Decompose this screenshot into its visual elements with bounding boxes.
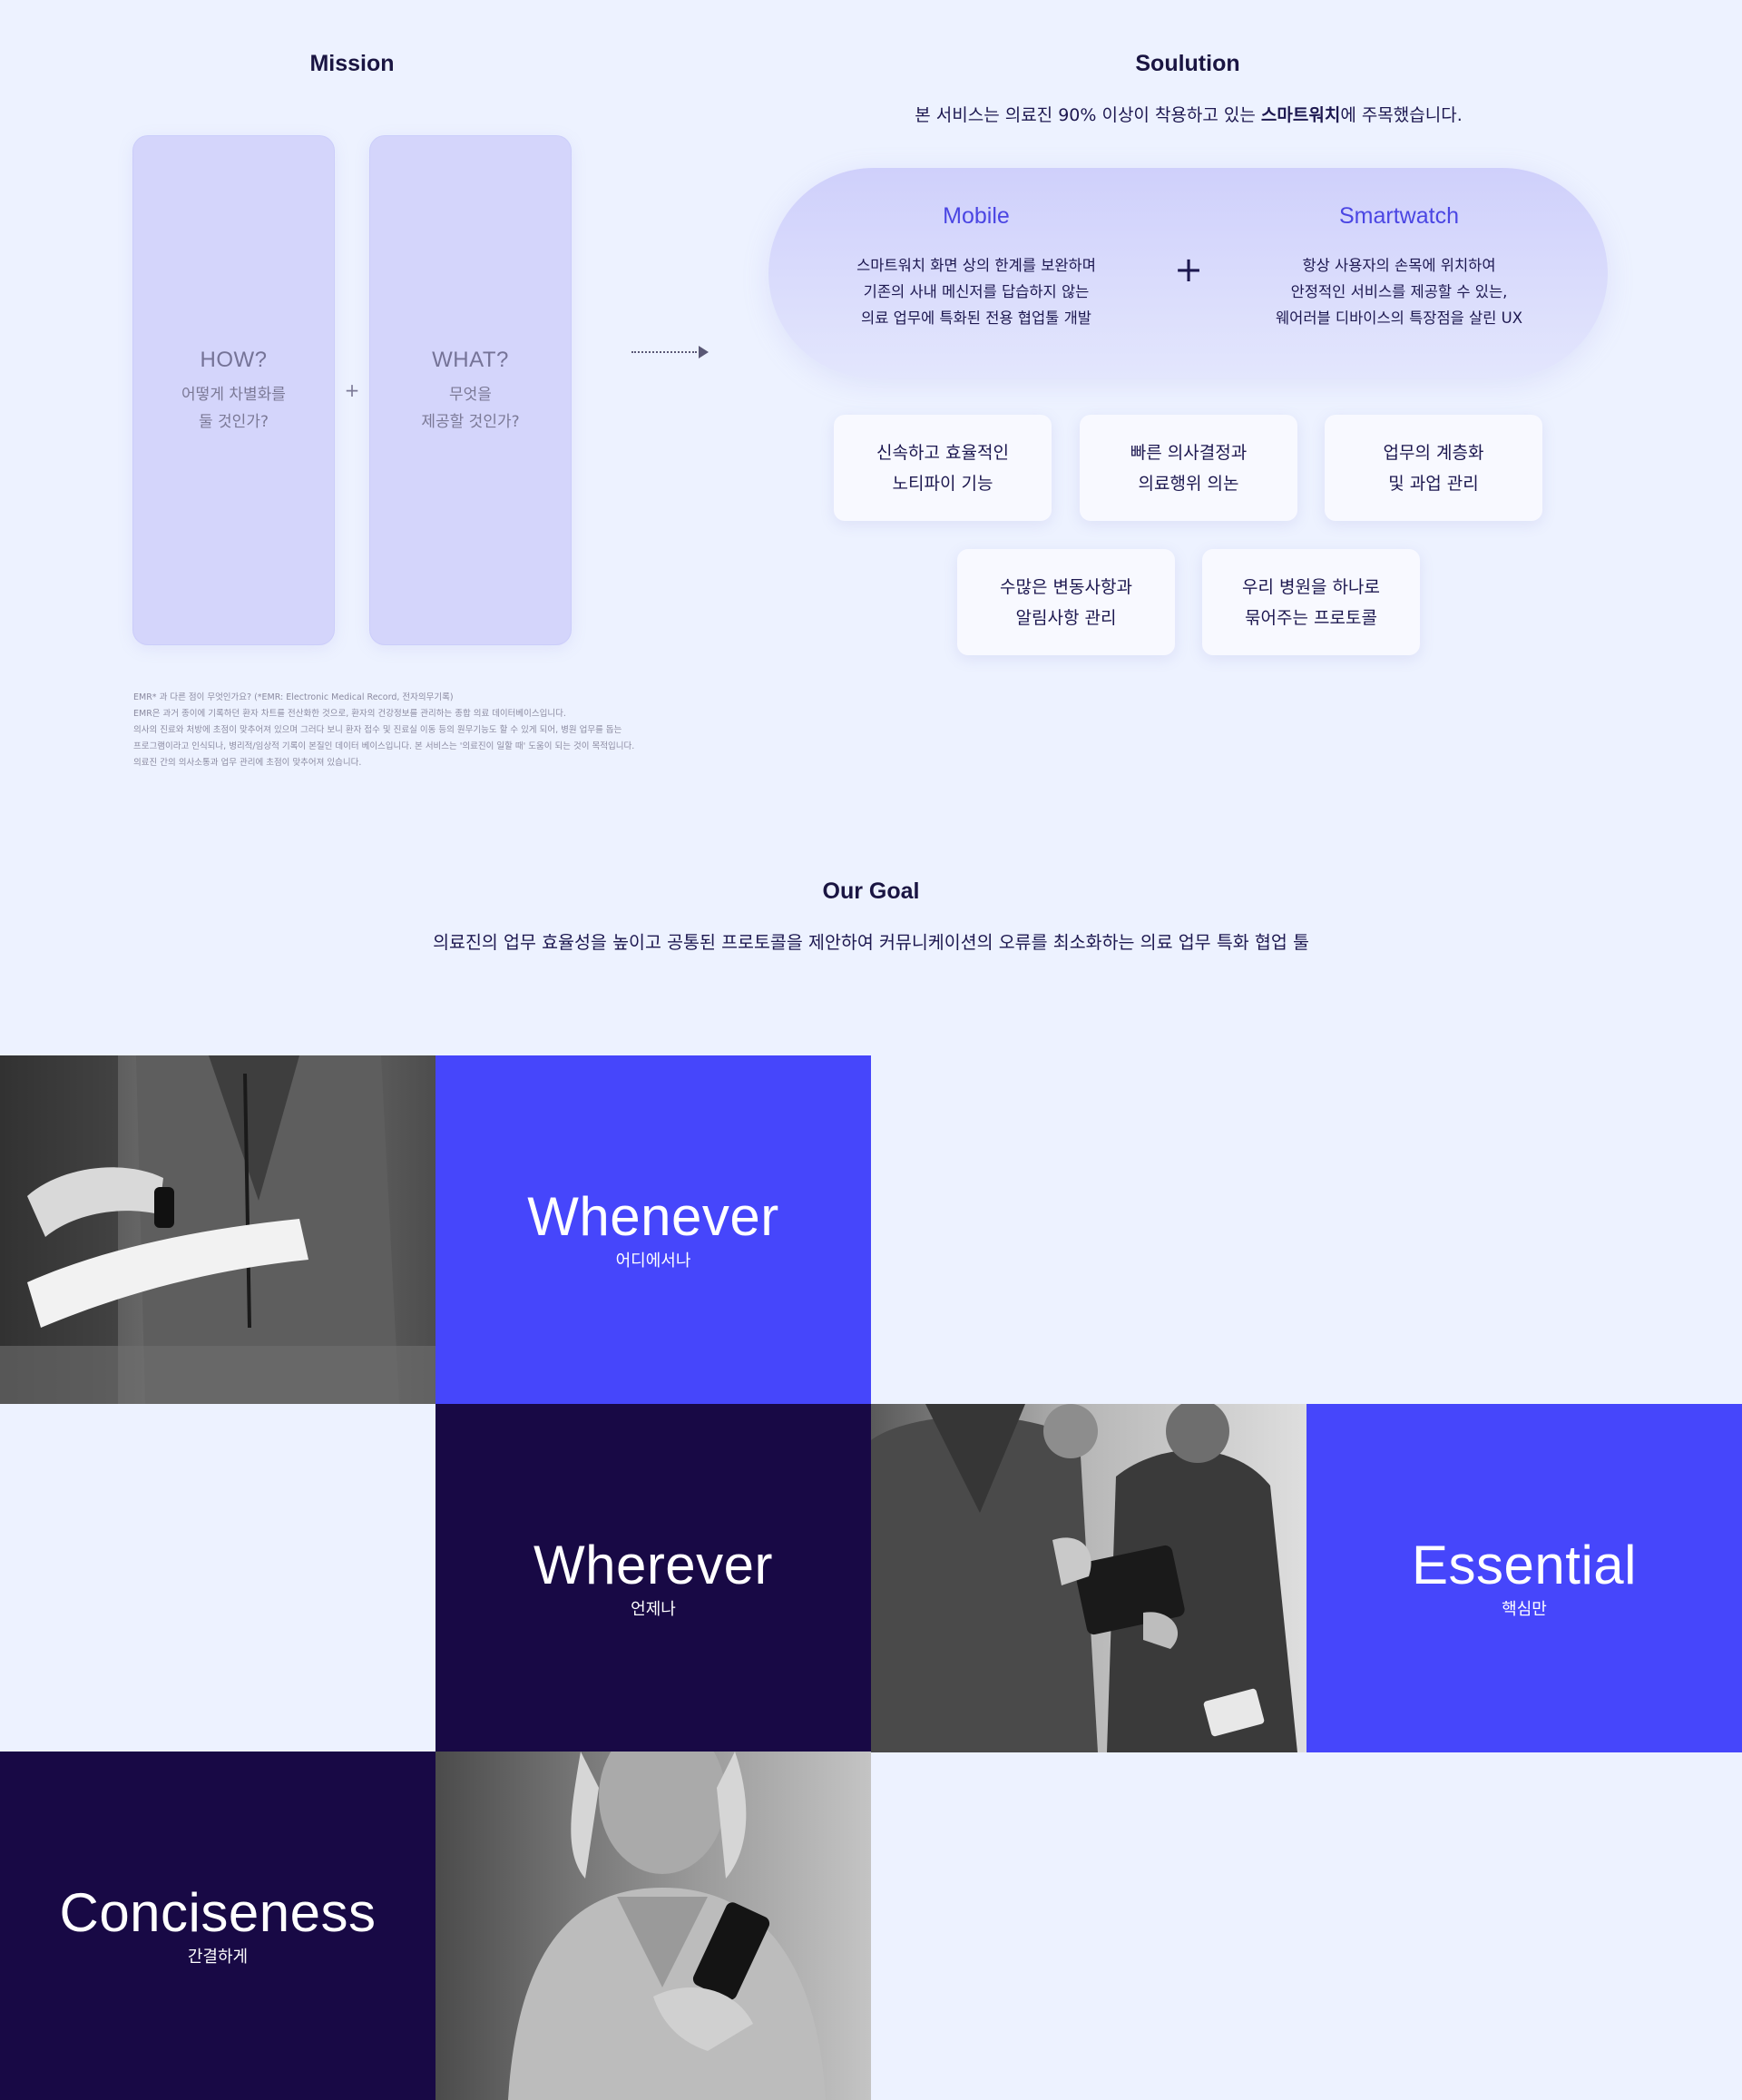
tile-wherever: Wherever 언제나 (436, 1404, 871, 1752)
team-photo-illustration (871, 1404, 1306, 1752)
intro-text-bold: 스마트워치 (1260, 105, 1341, 125)
intro-text-post: 에 주목했습니다. (1340, 105, 1463, 125)
feature-line-1: 빠른 의사결정과 (1130, 442, 1248, 463)
feature-line-2: 알림사항 관리 (1015, 607, 1117, 628)
tile-essential: Essential 핵심만 (1306, 1404, 1742, 1752)
mission-plus: + (344, 379, 360, 401)
mobile-line: 기존의 사내 메신저를 답습하지 않는 (863, 283, 1090, 300)
feature-line-2: 및 과업 관리 (1388, 473, 1479, 494)
feature-line-2: 묶어주는 프로토콜 (1245, 607, 1377, 628)
photo-nurse-smartwatch (0, 1055, 436, 1404)
smartwatch-description: 항상 사용자의 손목에 위치하여 안정적인 서비스를 제공할 수 있는, 웨어러… (1236, 252, 1562, 331)
feature-card: 신속하고 효율적인 노티파이 기능 (834, 415, 1052, 521)
mobile-line: 스마트워치 화면 상의 한계를 보완하며 (856, 257, 1096, 274)
feature-line-1: 우리 병원을 하나로 (1242, 576, 1380, 597)
photo-doctor-smartphone (436, 1752, 871, 2100)
solution-intro: 본 서비스는 의료진 90% 이상이 착용하고 있는 스마트워치에 주목했습니다… (780, 102, 1597, 126)
feature-line-2: 노티파이 기능 (892, 473, 993, 494)
mobile-line: 의료 업무에 특화된 전용 협업툴 개발 (861, 309, 1091, 327)
mobile-description: 스마트워치 화면 상의 한계를 보완하며 기존의 사내 메신저를 답습하지 않는… (813, 252, 1140, 331)
emr-notes: EMR* 과 다른 점이 무엇인가요? (*EMR: Electronic Me… (133, 690, 696, 771)
feature-card: 우리 병원을 하나로 묶어주는 프로토콜 (1202, 549, 1420, 655)
smartwatch-line: 안정적인 서비스를 제공할 수 있는, (1290, 283, 1508, 300)
doctor-photo-illustration (436, 1752, 871, 2100)
feature-card: 빠른 의사결정과 의료행위 의논 (1080, 415, 1297, 521)
dotted-arrow-line (631, 351, 697, 353)
smartwatch-line: 웨어러블 디바이스의 특장점을 살린 UX (1275, 309, 1523, 327)
solution-title: Soulution (1135, 51, 1240, 76)
feature-line-2: 의료행위 의논 (1138, 473, 1239, 494)
smartwatch-title: Smartwatch (1339, 203, 1459, 229)
feature-line-1: 업무의 계층화 (1383, 442, 1484, 463)
tile-essential-title: Essential (1412, 1535, 1637, 1595)
tile-conciseness-subtitle: 간결하게 (187, 1948, 249, 1967)
feature-line-1: 신속하고 효율적인 (876, 442, 1009, 463)
arrow-right-icon (699, 346, 709, 358)
smartwatch-line: 항상 사용자의 손목에 위치하여 (1302, 257, 1496, 274)
mission-what-question: WHAT? (432, 348, 509, 372)
mobile-title: Mobile (943, 203, 1010, 229)
mission-what-description: 무엇을 제공할 것인가? (370, 381, 571, 436)
intro-text-pre: 본 서비스는 의료진 90% 이상이 착용하고 있는 (915, 105, 1261, 125)
feature-line-1: 수많은 변동사항과 (1000, 576, 1132, 597)
tile-whenever: Whenever 어디에서나 (436, 1055, 871, 1404)
emr-note-line: 의료진 간의 의사소통과 업무 관리에 초점이 맞추어져 있습니다. (133, 758, 362, 768)
goal-title: Our Goal (822, 878, 920, 904)
tile-wherever-title: Wherever (533, 1535, 774, 1595)
tile-whenever-subtitle: 어디에서나 (615, 1251, 691, 1271)
mission-how-question: HOW? (200, 348, 268, 372)
tile-conciseness: Conciseness 간결하게 (0, 1752, 436, 2100)
how-line-2: 둘 것인가? (199, 413, 269, 431)
tile-conciseness-title: Conciseness (59, 1882, 377, 1943)
photo-medical-team-tablet (871, 1404, 1306, 1752)
emr-note-line: 의사의 진료와 처방에 초점이 맞추어져 있으며 그러다 보니 환자 접수 및 … (133, 725, 622, 735)
smartwatch-photo-illustration (0, 1055, 436, 1404)
emr-note-line: EMR은 과거 종이에 기록하던 환자 차트를 전산화한 것으로, 환자의 건강… (133, 709, 566, 719)
emr-note-line: EMR* 과 다른 점이 무엇인가요? (*EMR: Electronic Me… (133, 692, 454, 702)
mission-how-description: 어떻게 차별화를 둘 것인가? (133, 381, 334, 436)
feature-card: 수많은 변동사항과 알림사항 관리 (957, 549, 1175, 655)
plus-icon: + (1174, 250, 1203, 289)
tile-wherever-subtitle: 언제나 (631, 1600, 676, 1619)
feature-card: 업무의 계층화 및 과업 관리 (1325, 415, 1542, 521)
emr-note-line: 프로그램이라고 인식되나, 병리적/임상적 기록이 본질인 데이터 베이스입니다… (133, 741, 635, 751)
what-line-1: 무엇을 (449, 386, 492, 404)
how-line-1: 어떻게 차별화를 (181, 386, 286, 404)
mission-title: Mission (309, 51, 395, 76)
goal-text: 의료진의 업무 효율성을 높이고 공통된 프로토콜을 제안하여 커뮤니케이션의 … (433, 932, 1309, 953)
tile-whenever-title: Whenever (527, 1186, 779, 1247)
what-line-2: 제공할 것인가? (421, 413, 520, 431)
tile-essential-subtitle: 핵심만 (1502, 1600, 1547, 1619)
